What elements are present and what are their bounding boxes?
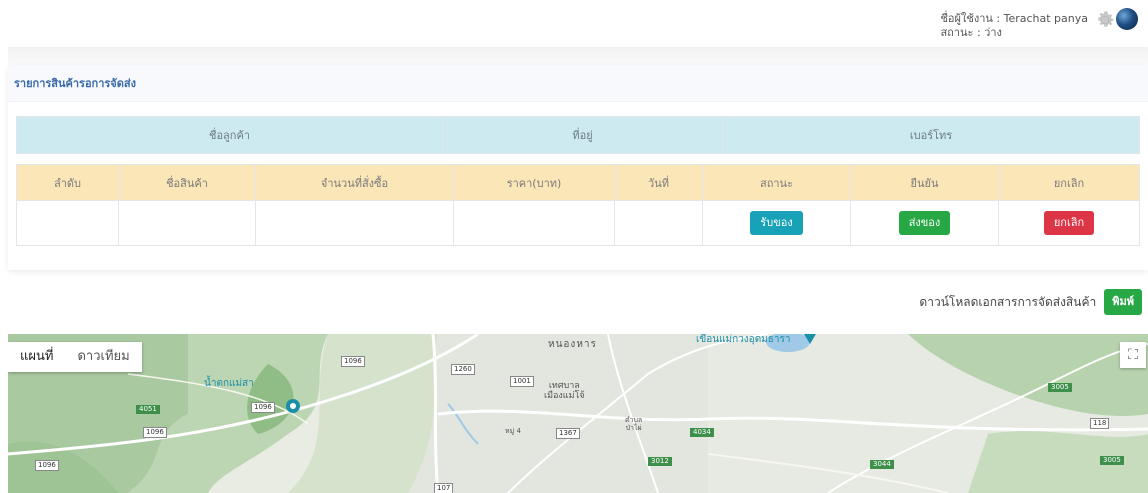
route-shield: 1096 <box>143 427 167 438</box>
receive-button[interactable]: รับของ <box>750 211 803 235</box>
route-shield: 107 <box>434 483 454 493</box>
route-shield: 3005 <box>1048 383 1072 392</box>
route-shield: 3044 <box>870 460 894 469</box>
map-type-satellite[interactable]: ดาวเทียม <box>65 342 141 372</box>
table-row: รับของ ส่งของ ยกเลิก <box>16 200 1140 246</box>
confirm-cell: ส่งของ <box>850 200 999 246</box>
product-name-cell <box>118 200 256 246</box>
order-number-header: ลำดับ <box>16 164 119 201</box>
user-info: ชื่อผู้ใช้งาน : Terachat panya สถานะ : ว… <box>940 12 1088 40</box>
orders-table: ลำดับ ชื่อสินค้า จำนวนที่สั่งซื้อ ราคา(บ… <box>16 164 1140 246</box>
map-label-nong-han: หนองหาร <box>548 339 597 350</box>
gear-icon[interactable] <box>1094 9 1116 31</box>
route-shield: 4051 <box>136 405 160 414</box>
route-shield: 4034 <box>690 428 714 437</box>
route-shield: 1096 <box>251 402 275 413</box>
order-number-cell <box>16 200 119 246</box>
globe-icon[interactable] <box>1116 8 1138 30</box>
price-header: ราคา(บาท) <box>453 164 615 201</box>
phone-header: เบอร์โทร <box>722 116 1140 154</box>
quantity-cell <box>255 200 454 246</box>
route-shield: 1001 <box>510 376 534 387</box>
route-shield: 118 <box>1090 418 1110 429</box>
map-label-subdistrict: ตำบล ป่าไผ่ <box>625 416 643 432</box>
map-label-municipality: เทศบาล เมืองแม่โจ้ <box>544 381 585 401</box>
map-type-roadmap[interactable]: แผนที่ <box>8 342 65 372</box>
map-canvas <box>8 334 1148 493</box>
status-header: สถานะ <box>702 164 851 201</box>
route-shield: 3012 <box>648 457 672 466</box>
cancel-cell: ยกเลิก <box>998 200 1140 246</box>
map-label-dam: เขื่อนแม่กวงอุดมธารา <box>696 334 791 345</box>
address-header: ที่อยู่ <box>442 116 723 154</box>
download-section: ดาวน์โหลดเอกสารการจัดส่งสินค้า พิมพ์ <box>919 289 1142 315</box>
map-view[interactable]: หนองหาร เขื่อนแม่กวงอุดมธารา น้ำตกแม่สา … <box>8 334 1148 493</box>
user-status-label: สถานะ : ว่าง <box>940 26 1002 39</box>
date-cell <box>614 200 703 246</box>
cancel-header: ยกเลิก <box>998 164 1140 201</box>
top-bar: ชื่อผู้ใช้งาน : Terachat panya สถานะ : ว… <box>0 0 1148 47</box>
route-shield: 1367 <box>556 428 580 439</box>
ship-button[interactable]: ส่งของ <box>898 211 951 235</box>
fullscreen-icon[interactable]: ⛶ <box>1120 342 1146 368</box>
confirm-header: ยืนยัน <box>850 164 999 201</box>
pending-orders-card: รายการสินค้ารอการจัดส่ง ชื่อลูกค้า ที่อย… <box>8 65 1148 270</box>
print-button[interactable]: พิมพ์ <box>1104 289 1142 315</box>
route-shield: 1096 <box>341 356 365 367</box>
card-title: รายการสินค้ารอการจัดส่ง <box>8 65 1148 102</box>
cancel-button[interactable]: ยกเลิก <box>1043 211 1095 235</box>
price-cell <box>453 200 615 246</box>
map-label-village: หมู่ 4 <box>505 427 521 435</box>
status-cell: รับของ <box>702 200 851 246</box>
page: ชื่อผู้ใช้งาน : Terachat panya สถานะ : ว… <box>0 0 1148 493</box>
customer-name-header: ชื่อลูกค้า <box>16 116 443 154</box>
username-label: ชื่อผู้ใช้งาน : Terachat panya <box>940 12 1088 25</box>
customer-table: ชื่อลูกค้า ที่อยู่ เบอร์โทร <box>16 116 1140 154</box>
route-shield: 1260 <box>451 364 475 375</box>
route-shield: 1096 <box>35 460 59 471</box>
date-header: วันที่ <box>614 164 703 201</box>
route-shield: 3005 <box>1100 456 1124 465</box>
download-label: ดาวน์โหลดเอกสารการจัดส่งสินค้า <box>919 294 1097 309</box>
quantity-header: จำนวนที่สั่งซื้อ <box>255 164 454 201</box>
map-type-control: แผนที่ ดาวเทียม <box>8 342 142 372</box>
header-divider <box>8 47 1148 65</box>
map-label-waterfall: น้ำตกแม่สา <box>204 378 254 389</box>
product-name-header: ชื่อสินค้า <box>118 164 256 201</box>
